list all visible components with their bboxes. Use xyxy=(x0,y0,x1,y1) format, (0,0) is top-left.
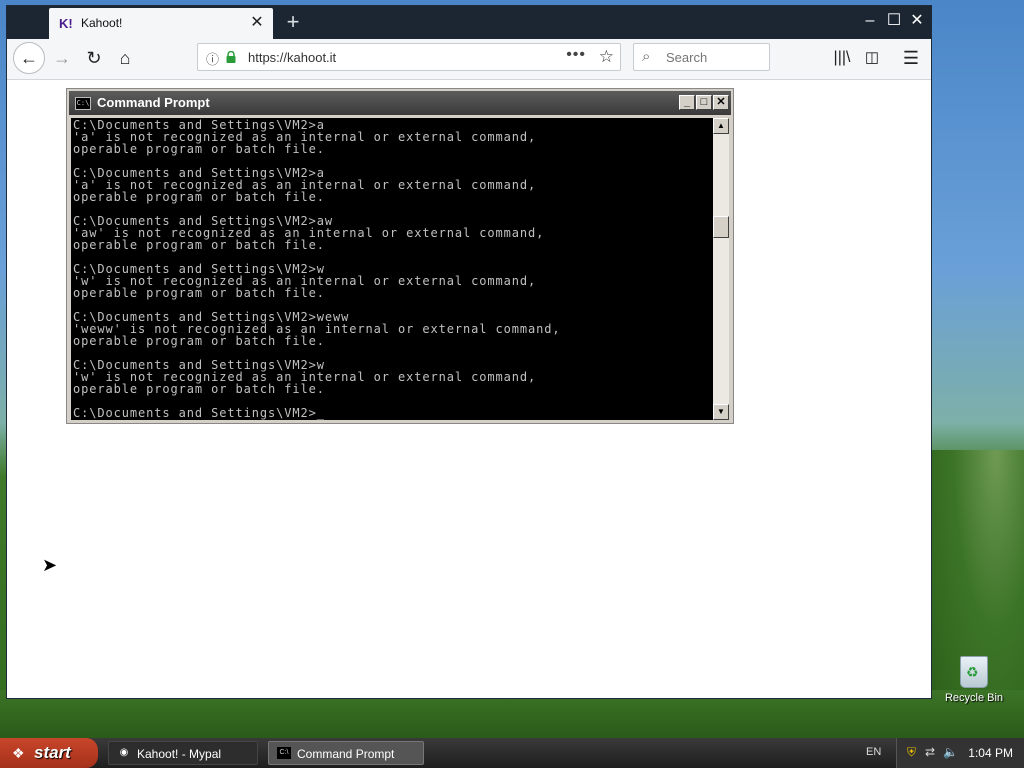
cmd-title: Command Prompt xyxy=(97,95,210,110)
scroll-down-arrow-icon[interactable]: ▼ xyxy=(713,404,729,420)
lock-icon xyxy=(226,51,236,63)
window-minimize-button[interactable]: – xyxy=(859,10,881,32)
cmd-icon: C:\ xyxy=(75,97,91,110)
windows-flag-icon: ❖ xyxy=(12,745,25,761)
search-icon: ⌕ xyxy=(642,48,651,65)
console-text: C:\Documents and Settings\VM2>a 'a' is n… xyxy=(73,118,561,420)
start-label: start xyxy=(34,743,71,762)
recycle-bin-icon: ♻ xyxy=(960,656,988,688)
console-output[interactable]: C:\Documents and Settings\VM2>a 'a' is n… xyxy=(71,118,713,420)
tab-title: Kahoot! xyxy=(81,16,123,30)
cmd-minimize-button[interactable]: _ xyxy=(679,95,695,110)
taskbar-button-label: Command Prompt xyxy=(297,747,395,761)
library-icon[interactable]: |||\ xyxy=(827,43,857,73)
taskbar-button-command-prompt[interactable]: C:\ Command Prompt xyxy=(268,741,424,765)
cmd-title-bar[interactable]: C:\ Command Prompt _ □ ✕ xyxy=(69,91,731,115)
mouse-cursor-icon: ➤ xyxy=(42,555,58,575)
navigation-toolbar: ← → ↻ ⌂ ⓘ https://kahoot.it ••• ☆ ⌕ |||\… xyxy=(7,39,931,80)
taskbar-button-mypal[interactable]: ◉ Kahoot! - Mypal xyxy=(108,741,258,765)
system-tray: ⛨ ⇄ 🔈 1:04 PM xyxy=(896,738,1024,768)
info-icon[interactable]: ⓘ xyxy=(206,49,219,68)
tab-bar: K! Kahoot! ✕ + – ☐ ✕ xyxy=(7,6,931,39)
window-close-button[interactable]: ✕ xyxy=(906,10,928,32)
taskbar: ❖ start ◉ Kahoot! - Mypal C:\ Command Pr… xyxy=(0,738,1024,768)
security-shield-icon[interactable]: ⛨ xyxy=(907,745,916,760)
cmd-maximize-button[interactable]: □ xyxy=(696,95,712,110)
reload-button[interactable]: ↻ xyxy=(79,43,109,73)
page-actions-icon[interactable]: ••• xyxy=(566,46,586,64)
kahoot-favicon-icon: K! xyxy=(59,16,73,31)
url-bar[interactable]: ⓘ https://kahoot.it ••• ☆ xyxy=(197,43,621,71)
recycle-bin[interactable]: ♻ Recycle Bin xyxy=(944,656,1004,704)
bookmark-star-icon[interactable]: ☆ xyxy=(599,47,614,67)
window-maximize-button[interactable]: ☐ xyxy=(883,10,905,32)
mypal-icon: ◉ xyxy=(119,747,129,758)
home-button[interactable]: ⌂ xyxy=(110,43,140,73)
search-box[interactable]: ⌕ xyxy=(633,43,770,71)
scroll-up-arrow-icon[interactable]: ▲ xyxy=(713,118,729,134)
scroll-thumb[interactable] xyxy=(713,216,729,238)
cmd-close-button[interactable]: ✕ xyxy=(713,95,729,110)
url-text: https://kahoot.it xyxy=(248,50,337,65)
volume-icon[interactable]: 🔈 xyxy=(943,745,958,759)
clock: 1:04 PM xyxy=(968,746,1013,760)
search-input[interactable] xyxy=(664,49,768,66)
sidebar-icon[interactable]: ◫ xyxy=(857,43,887,73)
command-prompt-window: C:\ Command Prompt _ □ ✕ C:\Documents an… xyxy=(66,88,734,424)
recycle-bin-label: Recycle Bin xyxy=(944,692,1004,704)
tab-kahoot[interactable]: K! Kahoot! ✕ xyxy=(49,8,273,39)
tab-close-icon[interactable]: ✕ xyxy=(247,13,267,33)
network-icon[interactable]: ⇄ xyxy=(925,745,935,759)
back-button[interactable]: ← xyxy=(13,42,45,74)
forward-button[interactable]: → xyxy=(47,43,77,73)
taskbar-button-label: Kahoot! - Mypal xyxy=(137,747,222,761)
start-button[interactable]: ❖ start xyxy=(0,738,98,768)
new-tab-button[interactable]: + xyxy=(279,8,307,36)
console-scrollbar[interactable]: ▲ ▼ xyxy=(713,118,729,420)
menu-icon[interactable]: ☰ xyxy=(896,43,926,73)
language-indicator[interactable]: EN xyxy=(866,746,881,758)
cmd-small-icon: C:\ xyxy=(277,747,291,759)
